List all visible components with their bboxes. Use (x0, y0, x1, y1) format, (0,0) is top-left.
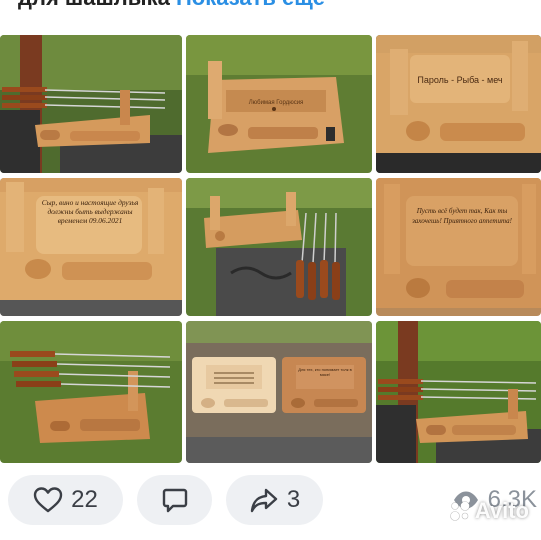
description-text: для шашлыка (0, 0, 170, 10)
board-with-skewers-photo (376, 321, 541, 463)
engraving-text: Пусть всё будет так, Как ты захочешь! Пр… (412, 207, 512, 225)
gallery-photo-5[interactable] (186, 178, 372, 316)
two-boards-photo: Для тех, кто понимает толк в мясе! (186, 321, 372, 463)
gallery-photo-9[interactable] (376, 321, 541, 463)
gallery-photo-7[interactable] (0, 321, 182, 463)
board-on-grill-photo (186, 178, 372, 316)
comment-button[interactable] (137, 475, 212, 525)
watermark-text: Avito (474, 498, 529, 523)
heart-icon (33, 487, 63, 513)
gallery-photo-3[interactable]: Пароль - Рыба - меч (376, 35, 541, 173)
gallery-photo-6[interactable]: Пусть всё будет так, Как ты захочешь! Пр… (376, 178, 541, 316)
share-count: 3 (286, 486, 301, 513)
engraved-board-photo: Пароль - Рыба - меч (376, 35, 541, 173)
engraving-text: Любимая Гордюсия (249, 100, 304, 106)
board-with-skewers-photo (0, 321, 182, 463)
avito-logo-icon (450, 501, 470, 521)
comment-icon (162, 488, 187, 513)
like-count: 22 (71, 486, 98, 513)
gallery-photo-1[interactable] (0, 35, 182, 173)
engraved-board-photo: Пусть всё будет так, Как ты захочешь! Пр… (376, 178, 541, 316)
description-fragment: для шашлыка Показать еще (0, 0, 541, 10)
engraving-text: Сыр, вино и настоящие друзья должны быть… (41, 198, 139, 225)
gallery-photo-4[interactable]: Сыр, вино и настоящие друзья должны быть… (0, 178, 182, 316)
share-button[interactable]: 3 (226, 475, 323, 525)
like-button[interactable]: 22 (8, 475, 123, 525)
engraving-text: Для тех, кто понимает толк в мясе! (298, 367, 352, 377)
avito-watermark: Avito (449, 498, 529, 524)
share-icon (250, 488, 278, 513)
photo-gallery: Любимая Гордюсия Пароль - Рыба - меч Сыр… (0, 35, 541, 463)
engraving-text: Пароль - Рыба - меч (417, 75, 503, 85)
show-more-link[interactable]: Показать еще (176, 0, 325, 10)
gallery-photo-2[interactable]: Любимая Гордюсия (186, 35, 372, 173)
engraved-board-photo: Сыр, вино и настоящие друзья должны быть… (0, 178, 182, 316)
engraved-board-photo: Любимая Гордюсия (186, 35, 372, 173)
board-with-skewers-photo (0, 35, 182, 173)
gallery-photo-8[interactable]: Для тех, кто понимает толк в мясе! (186, 321, 372, 463)
